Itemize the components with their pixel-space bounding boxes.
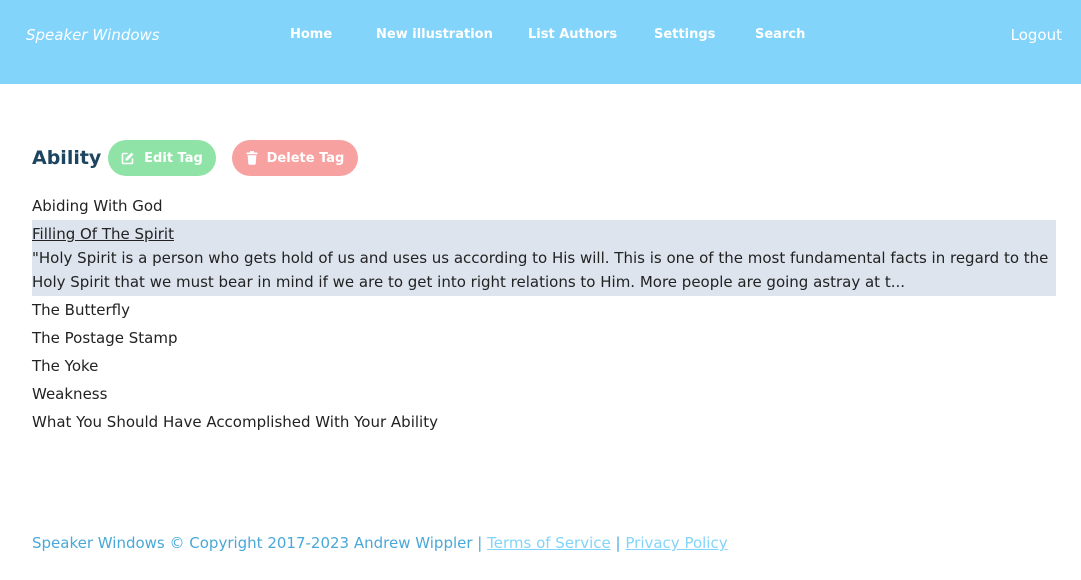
privacy-policy-link[interactable]: Privacy Policy xyxy=(625,534,727,552)
terms-of-service-link[interactable]: Terms of Service xyxy=(487,534,611,552)
brand-link[interactable]: Speaker Windows xyxy=(26,26,160,44)
edit-tag-label: Edit Tag xyxy=(144,150,203,166)
list-item[interactable]: What You Should Have Accomplished With Y… xyxy=(32,408,1056,436)
nav-new-illustration[interactable]: New illustration xyxy=(376,27,493,42)
illustration-excerpt: "Holy Spirit is a person who gets hold o… xyxy=(32,249,1049,291)
list-item[interactable]: The Butterfly xyxy=(32,296,1056,324)
list-item[interactable]: The Postage Stamp xyxy=(32,324,1056,352)
list-item[interactable]: Weakness xyxy=(32,380,1056,408)
list-item[interactable]: The Yoke xyxy=(32,352,1056,380)
illustration-list: Abiding With God Filling Of The Spirit "… xyxy=(32,192,1056,436)
logout-link[interactable]: Logout xyxy=(1011,26,1062,44)
copyright-text: Speaker Windows © Copyright 2017-2023 An… xyxy=(32,534,483,552)
pencil-square-icon xyxy=(121,151,135,165)
list-item[interactable]: Abiding With God xyxy=(32,192,1056,220)
trash-icon xyxy=(246,151,258,165)
nav-settings[interactable]: Settings xyxy=(654,27,715,42)
delete-tag-button[interactable]: Delete Tag xyxy=(232,140,358,176)
footer: Speaker Windows © Copyright 2017-2023 An… xyxy=(32,534,728,552)
nav-list-authors[interactable]: List Authors xyxy=(528,27,617,42)
page-title: Ability xyxy=(32,147,102,169)
nav-home[interactable]: Home xyxy=(290,27,332,42)
edit-tag-button[interactable]: Edit Tag xyxy=(108,140,216,176)
list-item[interactable]: Filling Of The Spirit "Holy Spirit is a … xyxy=(32,220,1056,296)
top-navbar: Speaker Windows Home New illustration Li… xyxy=(0,0,1081,84)
footer-separator: | xyxy=(615,534,621,552)
delete-tag-label: Delete Tag xyxy=(266,150,345,166)
illustration-link[interactable]: Filling Of The Spirit xyxy=(32,225,174,243)
nav-search[interactable]: Search xyxy=(755,27,805,42)
